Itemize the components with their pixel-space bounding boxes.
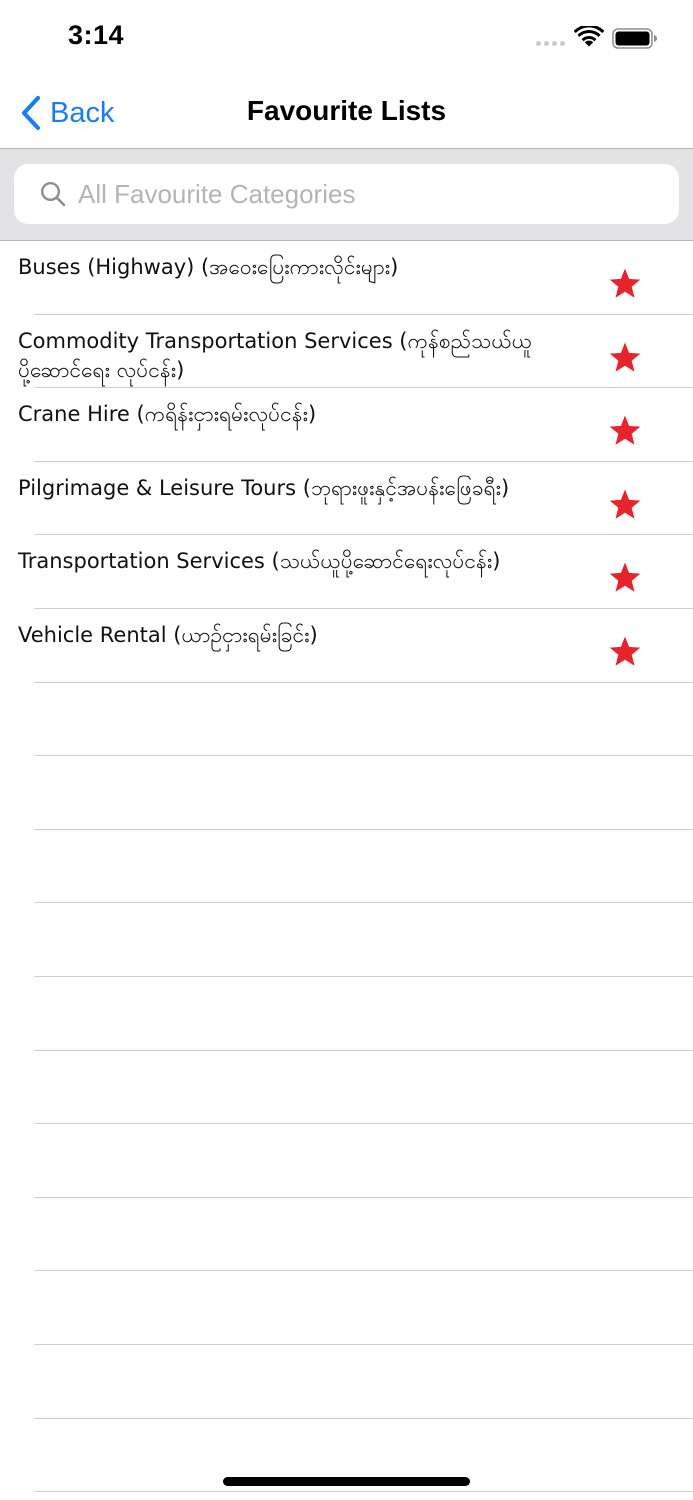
star-icon[interactable]: [608, 414, 642, 448]
status-time: 3:14: [68, 20, 125, 50]
star-icon[interactable]: [608, 488, 642, 522]
list-item-label: Transportation Services (သယ်ယူပို့ဆောင်ရ…: [18, 549, 501, 574]
empty-row: [0, 1198, 693, 1272]
list-item[interactable]: Pilgrimage & Leisure Tours (ဘုရားဖူးနှင့…: [0, 462, 693, 536]
list-item-label: Buses (Highway) (အဝေးပြေးကားလိုင်းများ): [18, 255, 399, 279]
list-item[interactable]: Vehicle Rental (ယာဉ်ငှားရမ်းခြင်း): [0, 609, 693, 683]
search-field[interactable]: [14, 164, 679, 224]
star-icon[interactable]: [608, 635, 642, 669]
star-icon[interactable]: [608, 561, 642, 595]
wifi-icon: [574, 26, 604, 47]
status-bar: 3:14: [0, 0, 693, 78]
empty-row: [0, 756, 693, 830]
empty-row: [0, 830, 693, 904]
search-input[interactable]: [78, 178, 658, 210]
list-item-label: Crane Hire (ကရိန်းငှားရမ်းလုပ်ငန်း): [18, 402, 317, 427]
battery-icon: [612, 28, 657, 49]
empty-row: [0, 683, 693, 757]
home-indicator[interactable]: [223, 1477, 470, 1486]
star-icon[interactable]: [608, 267, 642, 301]
empty-row: [0, 1271, 693, 1345]
star-icon[interactable]: [608, 341, 642, 375]
page-title: Favourite Lists: [246, 95, 447, 126]
search-bar: [0, 149, 693, 241]
navigation-bar: Back Favourite Lists: [0, 78, 693, 149]
list-item[interactable]: Crane Hire (ကရိန်းငှားရမ်းလုပ်ငန်း): [0, 388, 693, 462]
favourite-list: Buses (Highway) (အဝေးပြေးကားလိုင်းများ) …: [0, 241, 693, 1492]
list-item[interactable]: Transportation Services (သယ်ယူပို့ဆောင်ရ…: [0, 535, 693, 609]
empty-row: [0, 1051, 693, 1125]
list-item[interactable]: Commodity Transportation Services (ကုန်စ…: [0, 315, 693, 389]
empty-row: [0, 903, 693, 977]
list-item-label: Pilgrimage & Leisure Tours (ဘုရားဖူးနှင့…: [18, 475, 510, 500]
cellular-signal-icon: [536, 41, 565, 46]
empty-row: [0, 1345, 693, 1419]
list-item-label: Commodity Transportation Services (ကုန်စ…: [18, 328, 533, 382]
empty-row: [0, 1124, 693, 1198]
empty-row: [0, 977, 693, 1051]
list-item-label: Vehicle Rental (ယာဉ်ငှားရမ်းခြင်း): [18, 622, 318, 647]
list-item[interactable]: Buses (Highway) (အဝေးပြေးကားလိုင်းများ): [0, 241, 693, 315]
search-icon: [40, 181, 66, 207]
